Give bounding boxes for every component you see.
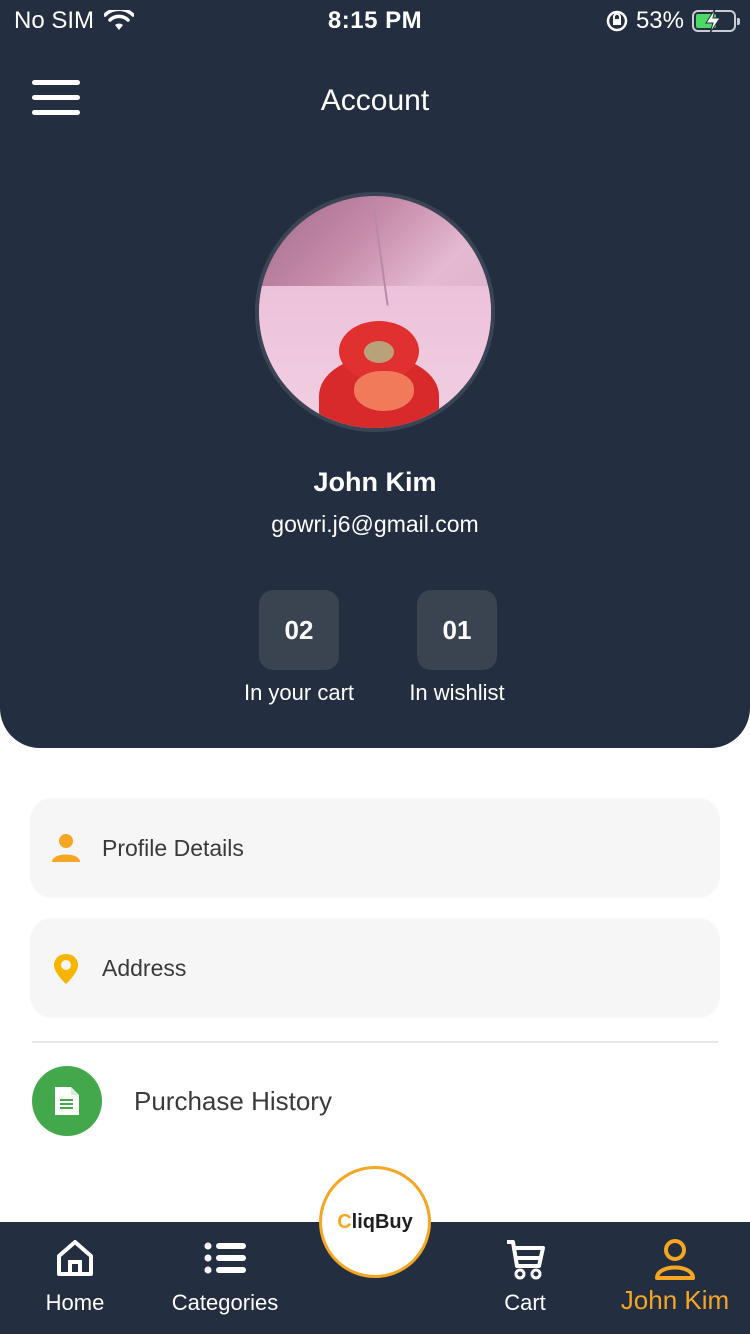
- tab-categories-label: Categories: [171, 1290, 279, 1315]
- orientation-lock-icon: [606, 10, 628, 32]
- profile-details-item[interactable]: Profile Details: [30, 798, 720, 898]
- tab-account[interactable]: John Kim: [610, 1222, 740, 1334]
- tab-home[interactable]: Home: [20, 1222, 130, 1334]
- account-header: No SIM 8:15 PM 53% Account John Kim gowr…: [0, 0, 750, 748]
- battery-percent: 53%: [635, 7, 684, 34]
- tab-cart-label: Cart: [504, 1290, 546, 1315]
- wishlist-count-label: In wishlist: [409, 680, 505, 705]
- address-item[interactable]: Address: [30, 918, 720, 1018]
- location-pin-icon: [54, 954, 78, 984]
- avatar[interactable]: [255, 192, 495, 432]
- purchase-history-label[interactable]: Purchase History: [134, 1086, 332, 1117]
- status-bar: No SIM 8:15 PM 53%: [0, 0, 750, 44]
- status-right: 53%: [606, 7, 740, 35]
- battery-icon: [692, 9, 740, 33]
- wishlist-count-badge[interactable]: 01: [417, 590, 497, 670]
- tab-account-label: John Kim: [620, 1285, 730, 1315]
- tab-home-label: Home: [45, 1290, 105, 1315]
- profile-name: John Kim: [313, 467, 437, 497]
- cart-icon: [507, 1240, 545, 1280]
- cart-count-label: In your cart: [243, 680, 355, 705]
- user-icon: [655, 1239, 695, 1280]
- profile-email: gowri.j6@gmail.com: [271, 511, 479, 537]
- list-icon: [204, 1242, 246, 1274]
- purchase-history-button[interactable]: [32, 1066, 102, 1136]
- tab-categories[interactable]: Categories: [160, 1222, 290, 1334]
- cliqbuy-logo: CliqBuy: [337, 1210, 413, 1233]
- person-icon: [52, 834, 80, 862]
- tab-cart[interactable]: Cart: [470, 1222, 580, 1334]
- page-title: Account: [320, 84, 430, 117]
- divider: [32, 1041, 718, 1043]
- cart-count-badge[interactable]: 02: [259, 590, 339, 670]
- profile-details-label: Profile Details: [102, 835, 244, 861]
- document-icon: [55, 1087, 79, 1115]
- home-icon: [57, 1240, 93, 1276]
- address-label: Address: [102, 955, 187, 981]
- teddy-bear-photo: [299, 316, 459, 428]
- cliqbuy-logo-button[interactable]: CliqBuy: [319, 1166, 431, 1278]
